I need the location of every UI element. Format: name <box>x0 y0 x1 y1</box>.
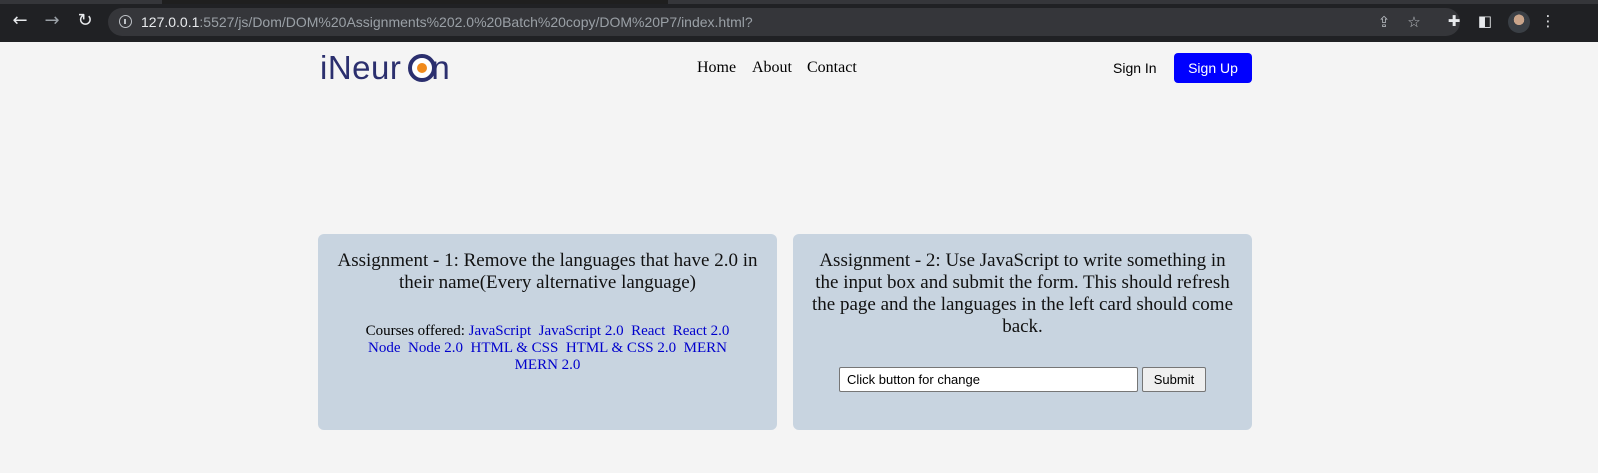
assignment-2-title: Assignment - 2: Use JavaScript to write … <box>811 250 1233 337</box>
assignment-2-card: Assignment - 2: Use JavaScript to write … <box>793 234 1252 430</box>
side-panel-icon[interactable]: ◧ <box>1475 11 1495 31</box>
nav-contact-link[interactable]: Contact <box>807 59 857 77</box>
url-text[interactable]: 127.0.0.1:5527/js/Dom/DOM%20Assignments%… <box>141 13 753 31</box>
change-form: Click button for change Submit <box>793 367 1252 393</box>
language-link[interactable]: React <box>631 323 665 339</box>
ineuron-logo[interactable]: iNeuron iNeurn <box>320 49 460 89</box>
kebab-menu-icon[interactable]: ⋮ <box>1538 11 1558 31</box>
browser-toolbar: ← → ↻ 127.0.0.1:5527/js/Dom/DOM%20Assign… <box>0 0 1598 42</box>
extensions-icon[interactable]: ✚ <box>1444 11 1464 31</box>
language-link[interactable]: React 2.0 <box>673 323 730 339</box>
nav-about-link[interactable]: About <box>752 59 792 77</box>
forward-arrow-icon[interactable]: → <box>42 11 62 31</box>
address-bar[interactable]: 127.0.0.1:5527/js/Dom/DOM%20Assignments%… <box>108 8 1460 36</box>
active-tab-edge[interactable] <box>162 0 668 4</box>
share-icon[interactable]: ⇪ <box>1374 12 1394 32</box>
language-link[interactable]: JavaScript 2.0 <box>539 323 624 339</box>
change-input[interactable]: Click button for change <box>839 367 1138 392</box>
sign-up-button[interactable]: Sign Up <box>1174 53 1252 83</box>
sign-in-link[interactable]: Sign In <box>1113 60 1157 76</box>
assignment-1-title: Assignment - 1: Remove the languages tha… <box>337 250 758 293</box>
star-icon[interactable]: ☆ <box>1404 12 1424 32</box>
courses-list: Courses offered: JavaScript JavaScript 2… <box>346 323 749 374</box>
language-link[interactable]: HTML & CSS 2.0 <box>566 340 676 356</box>
language-link[interactable]: MERN 2.0 <box>515 357 581 373</box>
url-host: 127.0.0.1 <box>141 14 200 30</box>
submit-button[interactable]: Submit <box>1142 367 1206 392</box>
language-link[interactable]: Node 2.0 <box>408 340 463 356</box>
language-link[interactable]: JavaScript <box>469 323 531 339</box>
nav-home-link[interactable]: Home <box>697 59 736 77</box>
info-icon[interactable] <box>119 15 132 28</box>
back-arrow-icon[interactable]: ← <box>10 11 30 31</box>
courses-label: Courses offered: <box>365 323 465 339</box>
url-path: :5527/js/Dom/DOM%20Assignments%202.0%20B… <box>199 14 753 30</box>
profile-avatar[interactable] <box>1508 11 1530 33</box>
reload-icon[interactable]: ↻ <box>75 11 95 31</box>
logo-o-icon <box>408 54 436 82</box>
language-link[interactable]: MERN <box>684 340 727 356</box>
language-link[interactable]: Node <box>368 340 401 356</box>
language-link[interactable]: HTML & CSS <box>471 340 559 356</box>
assignment-1-card: Assignment - 1: Remove the languages tha… <box>318 234 777 430</box>
tab-strip <box>0 0 1598 4</box>
